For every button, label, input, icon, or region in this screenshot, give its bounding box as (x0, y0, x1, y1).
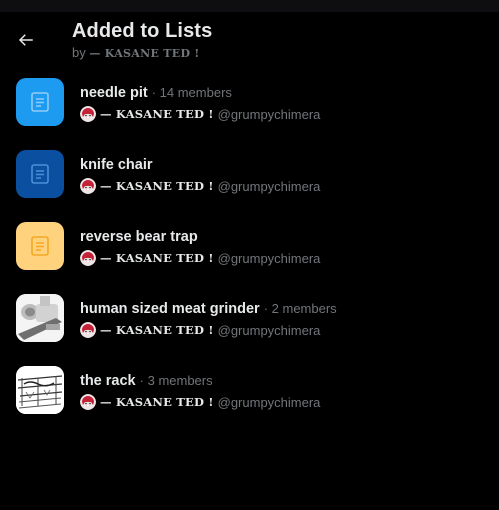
list-owner: — KASANE TED ! @grumpychimera (80, 393, 320, 411)
avatar[interactable] (80, 322, 96, 338)
list-member-count: · 14 members (151, 85, 232, 100)
owner-handle[interactable]: @grumpychimera (218, 395, 321, 410)
page-subtitle: by — KASANE TED ! (72, 45, 200, 60)
list-title: needle pit · 14 members (80, 85, 232, 101)
page-title: Added to Lists (72, 20, 213, 42)
list-member-count: · 2 members (263, 301, 337, 316)
list-name[interactable]: needle pit (80, 85, 148, 101)
list-name[interactable]: reverse bear trap (80, 229, 198, 245)
list-title: the rack · 3 members (80, 373, 213, 389)
owner-name[interactable]: — KASANE TED ! (100, 395, 214, 409)
list-thumbnail (16, 222, 64, 270)
back-button[interactable] (10, 24, 42, 56)
list-name[interactable]: the rack (80, 373, 136, 389)
list-item[interactable]: human sized meat grinder · 2 members — K… (0, 288, 499, 360)
avatar[interactable] (80, 394, 96, 410)
list-thumbnail (16, 78, 64, 126)
list-name[interactable]: knife chair (80, 157, 153, 173)
list-title: human sized meat grinder · 2 members (80, 301, 337, 317)
list-item[interactable]: needle pit · 14 members — KASANE TED ! @… (0, 72, 499, 144)
list-doc-icon (28, 162, 52, 186)
list-thumbnail (16, 294, 64, 342)
list-thumbnail (16, 150, 64, 198)
avatar[interactable] (80, 106, 96, 122)
list-title: knife chair (80, 157, 153, 173)
top-strip (0, 0, 499, 12)
list-owner: — KASANE TED ! @grumpychimera (80, 249, 320, 267)
list-owner: — KASANE TED ! @grumpychimera (80, 105, 320, 123)
owner-name[interactable]: — KASANE TED ! (100, 323, 214, 337)
list-name[interactable]: human sized meat grinder (80, 301, 260, 317)
owner-handle[interactable]: @grumpychimera (218, 251, 321, 266)
list-item[interactable]: the rack · 3 members — KASANE TED ! @gru… (0, 360, 499, 432)
meat-grinder-image (16, 294, 64, 342)
subtitle-prefix: by (72, 45, 86, 60)
owner-name[interactable]: — KASANE TED ! (100, 251, 214, 265)
owner-name[interactable]: — KASANE TED ! (100, 107, 214, 121)
list-title: reverse bear trap (80, 229, 198, 245)
owner-handle[interactable]: @grumpychimera (218, 179, 321, 194)
list-thumbnail (16, 366, 64, 414)
owner-handle[interactable]: @grumpychimera (218, 107, 321, 122)
list-doc-icon (28, 234, 52, 258)
list-item[interactable]: reverse bear trap — KASANE TED ! @grumpy… (0, 216, 499, 288)
rack-sketch-image (16, 366, 64, 414)
subtitle-owner-name[interactable]: — KASANE TED ! (89, 47, 199, 60)
avatar[interactable] (80, 178, 96, 194)
lists-container: needle pit · 14 members — KASANE TED ! @… (0, 72, 499, 432)
arrow-left-icon (17, 31, 35, 49)
owner-handle[interactable]: @grumpychimera (218, 323, 321, 338)
list-owner: — KASANE TED ! @grumpychimera (80, 321, 320, 339)
list-member-count: · 3 members (139, 373, 213, 388)
list-item[interactable]: knife chair — KASANE TED ! @grumpychimer… (0, 144, 499, 216)
owner-name[interactable]: — KASANE TED ! (100, 179, 214, 193)
page-header: Added to Lists by — KASANE TED ! (0, 12, 499, 64)
avatar[interactable] (80, 250, 96, 266)
list-owner: — KASANE TED ! @grumpychimera (80, 177, 320, 195)
list-doc-icon (28, 90, 52, 114)
